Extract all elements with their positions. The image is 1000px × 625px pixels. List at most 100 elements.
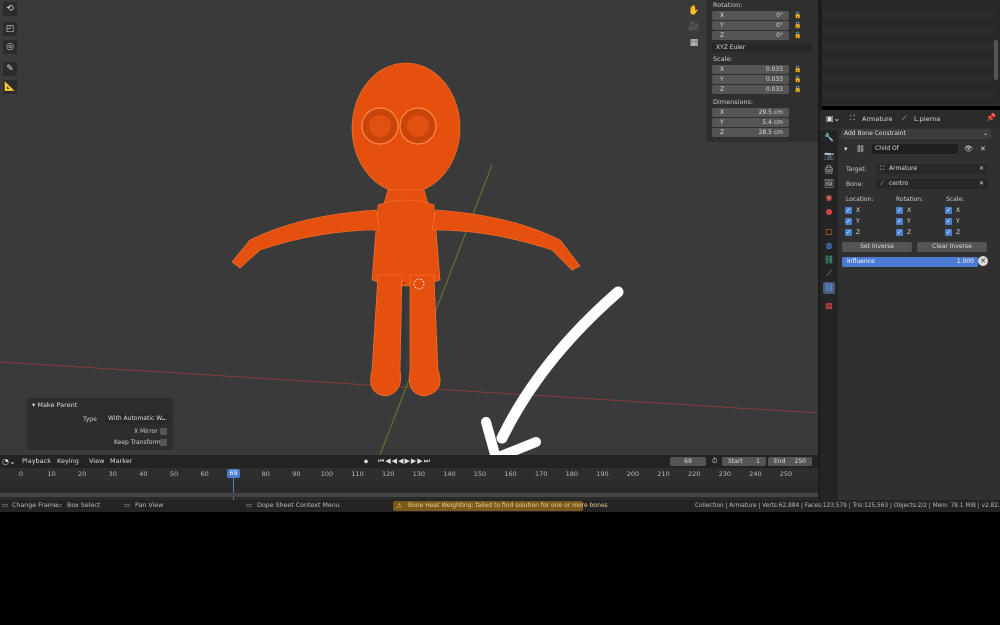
x-mirror-checkbox[interactable]: [160, 428, 167, 435]
eye-icon[interactable]: 👁: [964, 145, 973, 153]
start-frame-field[interactable]: Start 1: [722, 457, 766, 466]
lock-icon[interactable]: 🔓: [794, 86, 802, 94]
clear-inverse-button[interactable]: Clear Inverse: [917, 242, 987, 252]
influence-slider[interactable]: Influence 1.000: [842, 257, 978, 267]
ruler-tick: 60: [200, 470, 209, 478]
location-z-checkbox[interactable]: ✓: [845, 229, 852, 236]
add-bone-constraint-menu[interactable]: Add Bone Constraint ⌄: [841, 129, 991, 139]
texture-tab-icon[interactable]: ▩: [823, 300, 835, 312]
location-x-checkbox[interactable]: ✓: [845, 207, 852, 214]
hand-icon[interactable]: ✋: [687, 4, 701, 18]
scale-y-field[interactable]: Y 0.033: [712, 75, 789, 84]
timeline-scrollbar[interactable]: [0, 493, 818, 497]
outliner-row: [822, 26, 994, 34]
world-tab-icon[interactable]: ●: [823, 206, 835, 218]
render-tab-icon[interactable]: 📷: [823, 150, 835, 162]
outliner-panel[interactable]: [822, 0, 1000, 106]
viewport-scene: [0, 62, 818, 455]
output-tab-icon[interactable]: 🖨: [823, 164, 835, 176]
armature-data-tab-icon[interactable]: ⟋: [823, 268, 835, 280]
type-select[interactable]: With Automatic W... ⌄: [105, 414, 169, 424]
scale-z-field[interactable]: Z 0.033: [712, 85, 789, 94]
ruler-tick: 250: [779, 470, 793, 478]
keying-menu[interactable]: Keying: [57, 455, 79, 468]
grid-icon[interactable]: ▦: [687, 36, 701, 50]
ruler-tick: 190: [596, 470, 609, 478]
armature-icon: ⛶: [850, 114, 855, 122]
editor-type-icon[interactable]: ▣⌄: [826, 114, 840, 123]
playback-controls[interactable]: ⏮◀◀◀▶▶▶⏭: [378, 455, 431, 468]
rotation-z-checkbox[interactable]: ✓: [896, 229, 903, 236]
frame-ruler[interactable]: 0102030405060708090100110120130140150160…: [0, 468, 818, 480]
ruler-tick: 40: [139, 470, 148, 478]
dimensions-x-field[interactable]: X 29.5 cm: [712, 108, 789, 117]
record-icon[interactable]: ⏺: [364, 455, 368, 468]
camera-icon[interactable]: 🎥: [687, 20, 701, 34]
close-icon[interactable]: ✕: [980, 145, 986, 153]
clock-icon[interactable]: ⏱: [712, 455, 717, 468]
rotation-label: Rotation:: [896, 196, 924, 203]
rotation-y-field[interactable]: Y 0°: [712, 21, 789, 30]
ruler-tick: 170: [534, 470, 548, 478]
outliner-scrollbar[interactable]: [994, 40, 998, 80]
pin-icon[interactable]: 📌: [986, 113, 996, 122]
set-inverse-button[interactable]: Set Inverse: [842, 242, 912, 252]
lock-icon[interactable]: 🔓: [794, 76, 802, 84]
keyframe-clear-icon[interactable]: ✕: [978, 256, 988, 266]
view-layer-tab-icon[interactable]: 🖼: [823, 178, 835, 190]
view-menu[interactable]: View: [89, 455, 104, 468]
rotation-mode-select[interactable]: XYZ Euler: [712, 43, 812, 52]
annotate-icon[interactable]: ✎: [3, 62, 17, 76]
editor-type-icon[interactable]: ◔⌄: [2, 455, 16, 468]
marker-menu[interactable]: Marker: [110, 455, 132, 468]
scale-x-field[interactable]: X 0.033: [712, 65, 789, 74]
scene-tab-icon[interactable]: ◉: [823, 192, 835, 204]
bone-field[interactable]: ⟋ centro ✕: [877, 179, 987, 189]
lock-icon[interactable]: 🔓: [794, 12, 802, 20]
dimensions-z-field[interactable]: Z 28.5 cm: [712, 128, 789, 137]
outliner-row: [822, 58, 994, 66]
current-frame-field[interactable]: 69: [670, 457, 706, 466]
dimensions-y-field[interactable]: Y 5.4 cm: [712, 118, 789, 127]
breadcrumb-object[interactable]: Armature: [862, 115, 893, 123]
scale-x-checkbox[interactable]: ✓: [945, 207, 952, 214]
physics-tab-icon[interactable]: ◍: [823, 240, 835, 252]
measure-icon[interactable]: 📐: [3, 80, 17, 94]
scale-z-checkbox[interactable]: ✓: [945, 229, 952, 236]
lock-icon[interactable]: 🔓: [794, 66, 802, 74]
playhead-frame-indicator[interactable]: 69: [227, 469, 240, 478]
object-tab-icon[interactable]: ▢: [823, 226, 835, 238]
rotation-y-checkbox[interactable]: ✓: [896, 218, 903, 225]
end-frame-field[interactable]: End 250: [768, 457, 812, 466]
ruler-tick: 80: [261, 470, 270, 478]
rotation-x-field[interactable]: X 0°: [712, 11, 789, 20]
ruler-tick: 220: [687, 470, 701, 478]
lock-icon[interactable]: 🔓: [794, 22, 802, 30]
constraint-name-input[interactable]: Child Of: [872, 144, 958, 154]
keep-transform-label: Keep Transform: [114, 439, 161, 446]
transform-icon[interactable]: ◎: [3, 40, 17, 54]
warning-report[interactable]: ⚠ Bone Heat Weighting: failed to find so…: [393, 501, 608, 511]
type-label: Type: [83, 416, 97, 423]
breadcrumb-bone[interactable]: L.pierna: [914, 115, 940, 123]
rotation-z-field[interactable]: Z 0°: [712, 31, 789, 40]
object-constraint-tab-icon[interactable]: ⛓: [823, 254, 835, 266]
move-icon[interactable]: ⟲: [3, 2, 17, 16]
scale-y-checkbox[interactable]: ✓: [945, 218, 952, 225]
bone-constraint-tab-icon[interactable]: ⛓: [823, 282, 835, 294]
rotation-x-checkbox[interactable]: ✓: [896, 207, 903, 214]
target-field[interactable]: ⛶ Armature ✕: [877, 164, 987, 174]
location-y-checkbox[interactable]: ✓: [845, 218, 852, 225]
keep-transform-checkbox[interactable]: [160, 439, 167, 446]
scale-icon[interactable]: ◰: [3, 22, 17, 36]
playback-menu[interactable]: Playback: [22, 455, 51, 468]
properties-editor: ▣⌄ ⛶ Armature ⟋ L.pierna 📌 🔧 📷 🖨 🖼 ◉ ● ▢…: [820, 110, 1000, 512]
collapse-icon[interactable]: ▾: [844, 145, 848, 153]
3d-viewport[interactable]: ⟲ ◰ ◎ ✎ 📐 ✋ 🎥 ▦ Rotation: X 0° Y 0° Z 0° 🔓 …: [0, 0, 818, 455]
tool-tab-icon[interactable]: 🔧: [823, 132, 835, 144]
make-parent-title[interactable]: ▾ Make Parent: [32, 401, 77, 409]
checkbox-label: Y: [856, 218, 860, 225]
scene-stats: Collection | Armature | Verts:62,884 | F…: [695, 503, 1000, 509]
lock-icon[interactable]: 🔓: [794, 32, 802, 40]
bone-label: Bone:: [846, 181, 864, 188]
